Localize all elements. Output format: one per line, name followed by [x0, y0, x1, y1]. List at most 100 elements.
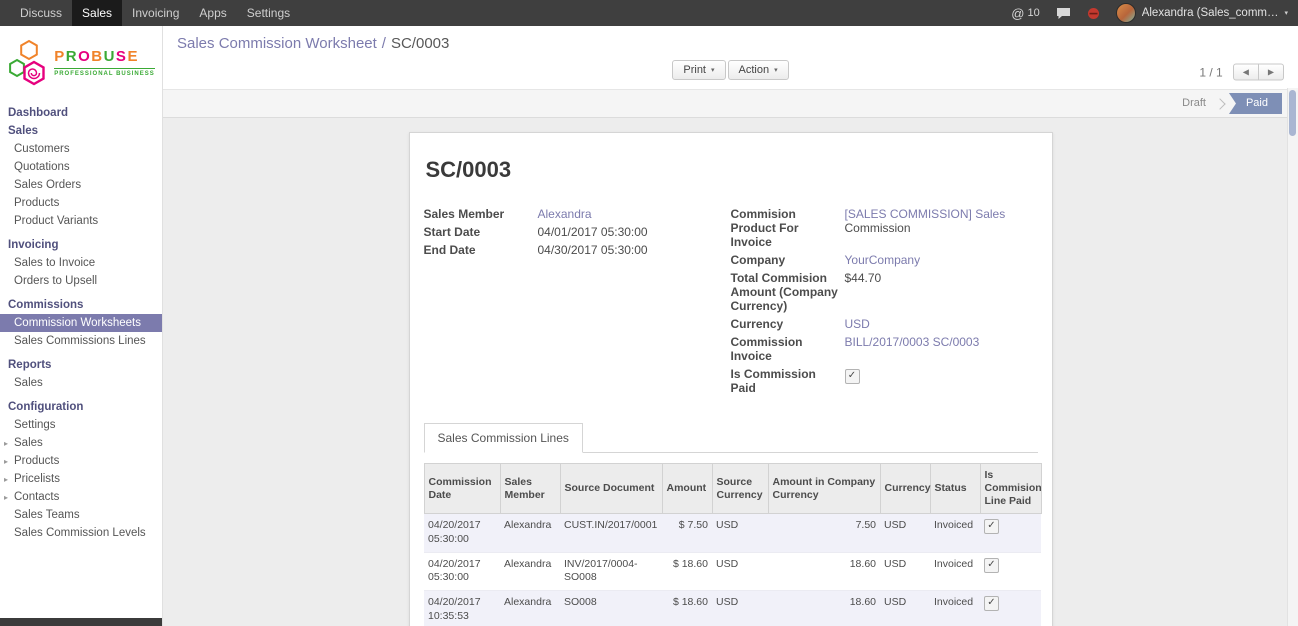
sidebar-item-orders-to-upsell[interactable]: Orders to Upsell: [0, 272, 162, 290]
sidebar-item-config-sales[interactable]: ▸Sales: [0, 434, 162, 452]
menu-apps[interactable]: Apps: [189, 0, 236, 26]
form-sheet: SC/0003 Sales Member Alexandra Start Dat…: [409, 132, 1053, 626]
sidebar: PROBUSE PROFESSIONAL BUSINESS Dashboard …: [0, 26, 163, 626]
vertical-scrollbar: [1287, 88, 1298, 626]
field-group-right: Commision Product For Invoice [SALES COM…: [731, 207, 1038, 399]
sidebar-item-sales-commission-levels[interactable]: Sales Commission Levels: [0, 524, 162, 542]
menu-invoicing[interactable]: Invoicing: [122, 0, 189, 26]
status-step-draft[interactable]: Draft: [1172, 93, 1216, 114]
activity-count-badge: 10: [1027, 7, 1039, 19]
cell-commission-date: 04/20/2017 05:30:00: [424, 552, 500, 590]
sidebar-item-sales-to-invoice[interactable]: Sales to Invoice: [0, 254, 162, 272]
col-header-sales-member: Sales Member: [500, 464, 560, 514]
avatar: [1116, 3, 1136, 23]
sidebar-item-reports-sales[interactable]: Sales: [0, 374, 162, 392]
sidebar-item-products[interactable]: Products: [0, 194, 162, 212]
print-button[interactable]: Print ▾: [672, 60, 725, 80]
sidebar-item-config-products[interactable]: ▸Products: [0, 452, 162, 470]
sidebar-menu: Dashboard Sales Customers Quotations Sal…: [0, 104, 162, 542]
line-paid-checkbox[interactable]: ✓: [984, 519, 999, 534]
sidebar-section-invoicing[interactable]: Invoicing: [0, 236, 162, 254]
sidebar-item-pricelists[interactable]: ▸Pricelists: [0, 470, 162, 488]
sidebar-item-product-variants[interactable]: Product Variants: [0, 212, 162, 230]
cell-commission-date: 04/20/2017 05:30:00: [424, 514, 500, 552]
sidebar-item-sales-commissions-lines[interactable]: Sales Commissions Lines: [0, 332, 162, 350]
cell-amount: $ 18.60: [662, 590, 712, 626]
line-paid-checkbox[interactable]: ✓: [984, 596, 999, 611]
commission-product-link[interactable]: [SALES COMMISSION] Sales: [845, 207, 1006, 221]
cell-currency: USD: [880, 590, 930, 626]
breadcrumb: Sales Commission Worksheet / SC/0003: [163, 26, 1298, 55]
cell-amount: $ 7.50: [662, 514, 712, 552]
sidebar-section-commissions[interactable]: Commissions: [0, 296, 162, 314]
cell-amount-company: 18.60: [768, 552, 880, 590]
sidebar-item-quotations[interactable]: Quotations: [0, 158, 162, 176]
pager-next-button[interactable]: ▶: [1259, 64, 1284, 81]
field-label-currency: Currency: [731, 317, 845, 331]
topbar-menus: Discuss Sales Invoicing Apps Settings: [0, 0, 300, 26]
field-label-end-date: End Date: [424, 243, 538, 257]
sidebar-item-label: Contacts: [14, 491, 59, 503]
cell-status: Invoiced: [930, 590, 980, 626]
commission-line-row[interactable]: 04/20/2017 10:35:53 Alexandra SO008 $ 18…: [424, 590, 1041, 626]
scrollbar-thumb[interactable]: [1289, 90, 1296, 136]
commission-line-row[interactable]: 04/20/2017 05:30:00 Alexandra INV/2017/0…: [424, 552, 1041, 590]
caret-down-icon: ▾: [1284, 9, 1288, 17]
activities-icon[interactable]: @ 10: [1011, 7, 1039, 20]
print-button-label: Print: [683, 64, 706, 76]
col-header-status: Status: [930, 464, 980, 514]
line-paid-checkbox[interactable]: ✓: [984, 558, 999, 573]
currency-link[interactable]: USD: [845, 317, 870, 331]
messages-icon[interactable]: [1056, 7, 1071, 20]
breadcrumb-parent-link[interactable]: Sales Commission Worksheet: [177, 35, 377, 52]
sidebar-item-commission-worksheets[interactable]: Commission Worksheets: [0, 314, 162, 332]
sidebar-item-sales-orders[interactable]: Sales Orders: [0, 176, 162, 194]
pager: 1 / 1 ◀ ▶: [1199, 64, 1284, 81]
menu-discuss[interactable]: Discuss: [10, 0, 72, 26]
cell-currency: USD: [880, 514, 930, 552]
breadcrumb-separator: /: [382, 35, 386, 52]
cell-amount: $ 18.60: [662, 552, 712, 590]
tab-sales-commission-lines[interactable]: Sales Commission Lines: [424, 423, 583, 453]
commission-line-row[interactable]: 04/20/2017 05:30:00 Alexandra CUST.IN/20…: [424, 514, 1041, 552]
menu-settings[interactable]: Settings: [237, 0, 300, 26]
cell-status: Invoiced: [930, 552, 980, 590]
commission-invoice-link[interactable]: BILL/2017/0003 SC/0003: [845, 335, 980, 349]
sidebar-item-customers[interactable]: Customers: [0, 140, 162, 158]
breadcrumb-current: SC/0003: [391, 35, 449, 52]
col-header-source-document: Source Document: [560, 464, 662, 514]
menu-sales[interactable]: Sales: [72, 0, 122, 26]
main-area: Sales Commission Worksheet / SC/0003 Print…: [163, 26, 1298, 626]
total-commission-value: $44.70: [845, 271, 882, 313]
sidebar-item-sales-teams[interactable]: Sales Teams: [0, 506, 162, 524]
sidebar-section-configuration[interactable]: Configuration: [0, 398, 162, 416]
topbar: Discuss Sales Invoicing Apps Settings @ …: [0, 0, 1298, 26]
chevron-right-icon: ▶: [1268, 68, 1274, 77]
user-name: Alexandra (Sales_comm…: [1142, 7, 1279, 19]
logo-underline: [54, 68, 155, 70]
sidebar-section-reports[interactable]: Reports: [0, 356, 162, 374]
logo-subtitle: PROFESSIONAL BUSINESS: [54, 71, 155, 77]
pager-prev-button[interactable]: ◀: [1233, 64, 1259, 81]
sidebar-section-sales[interactable]: Sales: [0, 122, 162, 140]
sidebar-section-dashboard[interactable]: Dashboard: [0, 104, 162, 122]
cell-line-paid: ✓: [980, 590, 1041, 626]
chevron-right-icon: ▸: [4, 492, 8, 504]
sidebar-item-contacts[interactable]: ▸ Contacts: [0, 488, 162, 506]
is-commission-paid-checkbox[interactable]: ✓: [845, 369, 860, 384]
check-icon: ✓: [848, 370, 856, 381]
sidebar-item-settings[interactable]: Settings: [0, 416, 162, 434]
sales-member-link[interactable]: Alexandra: [538, 207, 592, 221]
commission-product-rest: Commission: [845, 221, 911, 235]
field-groups: Sales Member Alexandra Start Date 04/01/…: [424, 207, 1038, 399]
bug-icon[interactable]: [1087, 7, 1100, 20]
app-logo[interactable]: PROBUSE PROFESSIONAL BUSINESS: [0, 26, 162, 98]
company-link[interactable]: YourCompany: [845, 253, 921, 267]
chevron-right-icon: ▸: [4, 438, 8, 450]
field-label-sales-member: Sales Member: [424, 207, 538, 221]
status-step-paid[interactable]: Paid: [1229, 93, 1282, 114]
action-button[interactable]: Action ▾: [728, 60, 789, 80]
col-header-amount: Amount: [662, 464, 712, 514]
cell-currency: USD: [880, 552, 930, 590]
user-menu[interactable]: Alexandra (Sales_comm… ▾: [1116, 3, 1288, 23]
